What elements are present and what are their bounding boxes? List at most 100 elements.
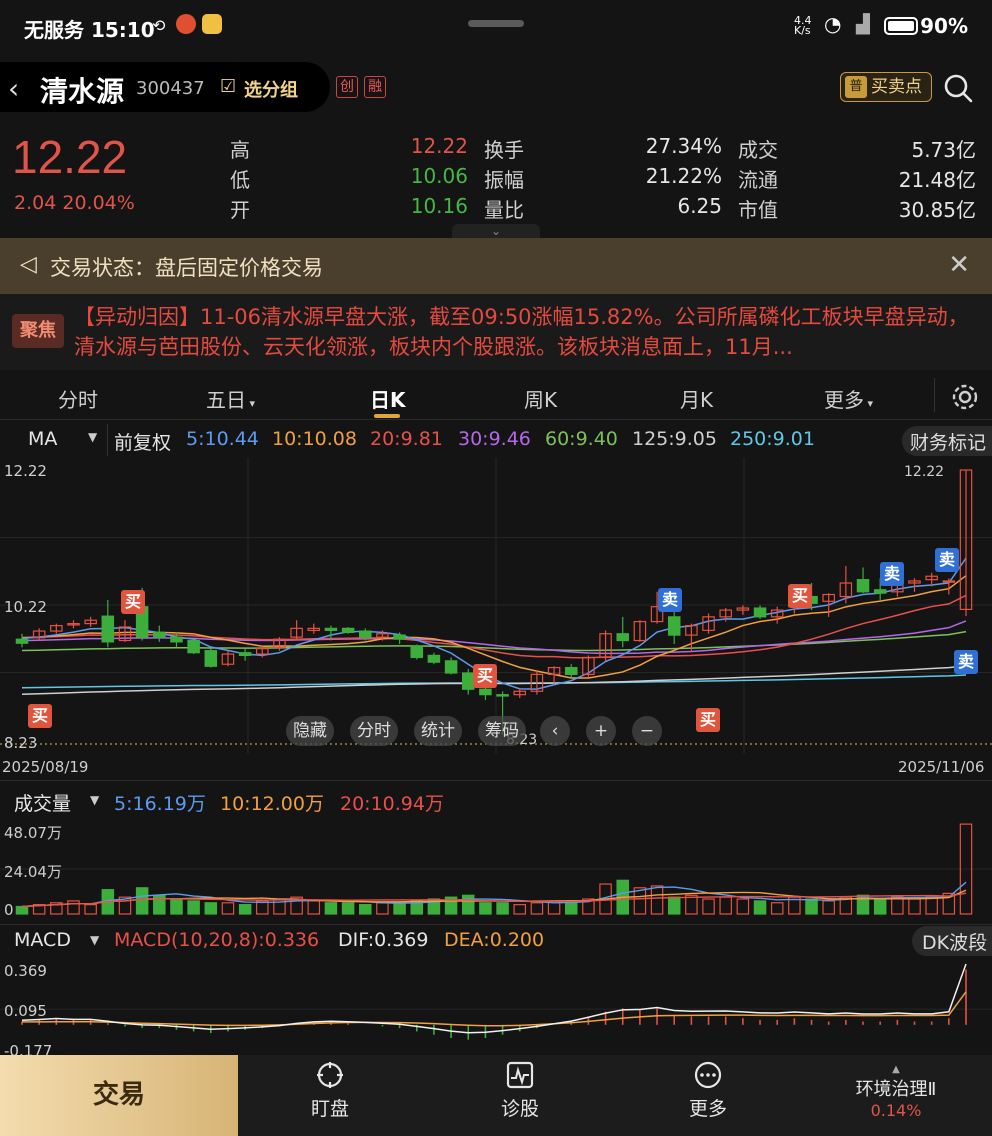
trade-button[interactable]: 交易	[0, 1055, 238, 1136]
stats-button[interactable]: 统计	[414, 716, 462, 746]
buy-marker[interactable]: 买	[696, 708, 720, 732]
ma-selector[interactable]: MA ▼	[0, 424, 108, 456]
macd-dea: DEA:0.200	[444, 929, 545, 951]
buy-marker[interactable]: 买	[121, 590, 145, 614]
nav-sector[interactable]: ▲ 环境治理Ⅱ 0.14%	[836, 1064, 956, 1120]
volume-bar	[736, 898, 750, 915]
volume-bar	[496, 902, 509, 915]
tab-five-day[interactable]: 五日 ▾	[206, 384, 255, 413]
tab-fenshi[interactable]: 分时	[58, 384, 98, 413]
volume-bar	[461, 894, 475, 915]
volume-chart[interactable]	[0, 812, 992, 920]
ma60-value: 60:9.40	[545, 428, 618, 450]
buy-marker[interactable]: 买	[473, 664, 497, 688]
trade-status-banner: ◁ 交易状态：盘后固定价格交易 ✕	[0, 238, 992, 294]
tab-daily-k[interactable]: 日K	[370, 384, 406, 413]
turnover-label: 换手	[484, 138, 524, 162]
nav-diagnose[interactable]: 诊股	[470, 1060, 570, 1121]
candle	[170, 636, 183, 643]
vol-axis-bottom: 0	[4, 901, 14, 919]
signal-icon: ▟	[856, 14, 870, 35]
caret-up-icon: ▲	[892, 1064, 900, 1075]
nav-more[interactable]: 更多	[658, 1060, 758, 1121]
sell-marker[interactable]: 卖	[954, 650, 978, 674]
group-check-icon: ☑	[220, 76, 237, 97]
tab-monthly-k[interactable]: 月K	[680, 384, 713, 413]
change-value: 2.04	[14, 192, 57, 214]
close-icon[interactable]: ✕	[948, 250, 970, 280]
high-value: 12.22	[410, 134, 468, 158]
macd-chart[interactable]	[0, 958, 992, 1056]
macd-params: MACD(10,20,8):0.336	[114, 929, 320, 951]
select-group-button[interactable]: 选分组	[244, 76, 298, 102]
focus-text[interactable]: 【异动归因】11-06清水源早盘大涨，截至09:50涨幅15.82%。公司所属磷…	[74, 302, 980, 362]
sell-marker[interactable]: 卖	[658, 588, 682, 612]
macd-label[interactable]: MACD	[14, 929, 71, 951]
stock-code: 300437	[136, 78, 205, 99]
volume-bar	[513, 904, 527, 915]
battery-icon	[884, 17, 918, 35]
volume-bar	[873, 898, 887, 915]
sell-marker[interactable]: 卖	[880, 562, 904, 586]
caret-down-icon: ▾	[246, 397, 256, 410]
date-end: 2025/11/06	[898, 758, 985, 776]
candle	[410, 645, 424, 659]
volume-bar	[770, 902, 784, 915]
ma20-value: 20:9.81	[370, 428, 443, 450]
vol-axis-top: 48.07万	[4, 824, 62, 842]
open-value: 10.16	[410, 194, 468, 218]
kline-chart[interactable]	[0, 458, 992, 754]
dif-line	[21, 963, 967, 1034]
candle	[873, 589, 887, 594]
zoom-in-button[interactable]: +	[586, 716, 616, 746]
volume-ratio-label: 量比	[484, 198, 524, 222]
candle	[324, 627, 338, 631]
buy-marker[interactable]: 买	[788, 584, 812, 608]
fenshi-button[interactable]: 分时	[350, 716, 398, 746]
margin-tag: 融	[364, 76, 386, 98]
caret-down-icon: ▼	[88, 430, 98, 444]
volume-bar	[307, 900, 321, 915]
sector-pct: 0.14%	[870, 1101, 922, 1120]
nav-watch[interactable]: 盯盘	[280, 1060, 380, 1121]
battery-level: 90%	[920, 14, 968, 38]
bs-points-label: 买卖点	[871, 77, 922, 97]
volume-bar	[925, 896, 938, 915]
volume-bar	[84, 904, 97, 915]
high-price-mark: 12.22	[904, 464, 945, 480]
chips-button[interactable]: 筹码	[478, 716, 526, 746]
buy-sell-points-button[interactable]: 普 买卖点	[840, 72, 932, 102]
candle	[942, 580, 956, 583]
adjust-type[interactable]: 前复权	[114, 428, 171, 455]
buy-marker[interactable]: 买	[28, 704, 52, 728]
tab-more[interactable]: 更多 ▾	[824, 384, 873, 413]
volume-ratio-value: 6.25	[677, 194, 722, 218]
volume-bar	[341, 902, 355, 915]
wifi-icon: ◔	[824, 12, 842, 36]
volume-bar	[908, 898, 921, 915]
weibo-icon	[176, 14, 196, 34]
back-icon[interactable]: ‹	[8, 72, 19, 105]
volume-bar	[153, 894, 166, 915]
candle	[667, 616, 681, 636]
gear-icon[interactable]	[946, 378, 984, 416]
prev-button[interactable]: ‹	[540, 716, 570, 746]
volume-bar	[170, 898, 183, 915]
focus-badge: 聚焦	[12, 314, 64, 348]
speaker-icon: ◁	[20, 252, 37, 277]
sell-marker[interactable]: 卖	[935, 548, 959, 572]
hide-button[interactable]: 隐藏	[286, 716, 334, 746]
volume-bar	[359, 904, 372, 915]
amplitude-value: 21.22%	[645, 164, 722, 188]
volume-bar	[135, 887, 149, 915]
zoom-out-button[interactable]: −	[632, 716, 662, 746]
float-label: 流通	[738, 168, 778, 192]
finance-mark-button[interactable]: 财务标记	[902, 426, 992, 456]
candle	[204, 650, 218, 667]
dk-band-button[interactable]: DK波段	[912, 926, 992, 956]
search-icon[interactable]	[942, 72, 974, 104]
divider	[0, 780, 992, 781]
tab-weekly-k[interactable]: 周K	[524, 384, 557, 413]
mktcap-label: 市值	[738, 198, 778, 222]
deal-label: 成交	[738, 138, 778, 162]
